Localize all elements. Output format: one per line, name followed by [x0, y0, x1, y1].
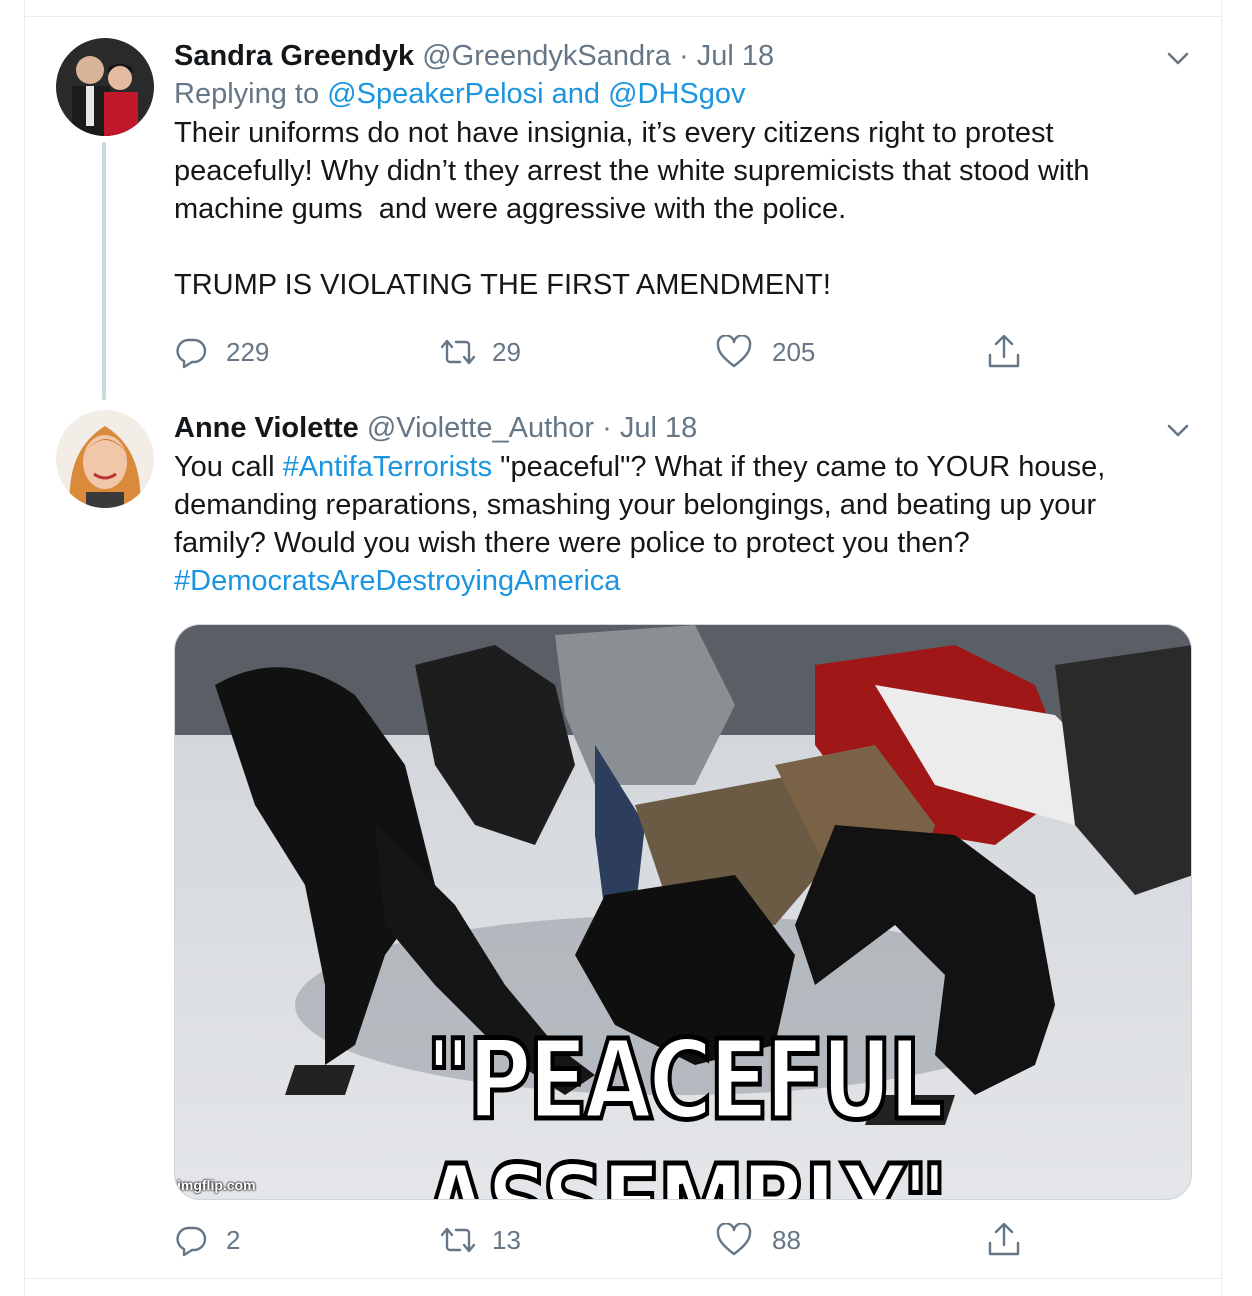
like-icon: [716, 335, 752, 368]
text-segment: You call: [174, 451, 283, 483]
tweet-text: TRUMP IS VIOLATING THE FIRST AMENDMENT!: [174, 269, 831, 301]
retweet-button[interactable]: 29: [438, 332, 521, 372]
like-count: 205: [772, 336, 816, 367]
display-name[interactable]: Sandra Greendyk: [174, 40, 414, 72]
reply-button[interactable]: 229: [174, 332, 269, 372]
hashtag-link[interactable]: #AntifaTerrorists: [283, 451, 493, 483]
reply-button[interactable]: 2: [174, 1220, 240, 1260]
tweet-date[interactable]: Jul 18: [697, 40, 774, 72]
mention-link[interactable]: @SpeakerPelosi: [327, 78, 543, 110]
tweet[interactable]: Sandra Greendyk @GreendykSandra · Jul 18…: [174, 38, 1194, 304]
retweet-icon: [440, 339, 476, 365]
tweet-header: Anne Violette @Violette_Author · Jul 18: [174, 410, 1194, 446]
avatar[interactable]: [56, 410, 154, 508]
share-icon: [988, 334, 1020, 368]
chevron-down-icon[interactable]: [1164, 416, 1192, 444]
retweet-count: 29: [492, 336, 521, 367]
replying-and[interactable]: and: [544, 78, 609, 110]
replying-to: Replying to @SpeakerPelosi and @DHSgov: [174, 74, 1194, 114]
like-button[interactable]: 88: [716, 1220, 801, 1260]
reply-icon: [176, 338, 207, 369]
share-button[interactable]: [986, 332, 1022, 372]
reply-count: 2: [226, 1224, 241, 1255]
tweet-actions: 2 13 88: [174, 1220, 1074, 1260]
tweet-text: Their uniforms do not have insignia, it’…: [174, 117, 1098, 225]
tweet-actions: 229 29 205: [174, 332, 1074, 372]
meme-caption: "PEACEFUL ASSEMBLY": [420, 1015, 950, 1199]
like-icon: [716, 1223, 752, 1256]
retweet-button[interactable]: 13: [438, 1220, 521, 1260]
user-handle[interactable]: @GreendykSandra: [422, 40, 671, 72]
chevron-down-icon[interactable]: [1164, 44, 1192, 72]
tweet[interactable]: Anne Violette @Violette_Author · Jul 18 …: [174, 410, 1194, 600]
user-handle[interactable]: @Violette_Author: [367, 412, 594, 444]
reply-icon: [176, 1226, 207, 1257]
replying-prefix: Replying to: [174, 78, 328, 110]
tweet-text: You call #AntifaTerrorists "peaceful"? W…: [174, 448, 1184, 600]
tweet-media-image[interactable]: "PEACEFUL ASSEMBLY" imgflip.com: [174, 624, 1192, 1200]
avatar[interactable]: [56, 38, 154, 136]
share-icon: [988, 1222, 1020, 1256]
share-button[interactable]: [986, 1220, 1022, 1260]
mention-link[interactable]: @DHSgov: [608, 78, 745, 110]
tweet-header: Sandra Greendyk @GreendykSandra · Jul 18: [174, 38, 1194, 74]
tweet-date[interactable]: Jul 18: [620, 412, 697, 444]
retweet-icon: [440, 1227, 476, 1253]
separator: ·: [602, 412, 612, 444]
divider: [24, 1278, 1222, 1279]
separator: ·: [678, 40, 689, 72]
thread-connector-line: [102, 142, 106, 400]
reply-count: 229: [226, 336, 270, 367]
like-button[interactable]: 205: [716, 332, 815, 372]
divider: [24, 16, 1222, 17]
image-watermark: imgflip.com: [177, 1177, 256, 1193]
display-name[interactable]: Anne Violette: [174, 412, 359, 444]
hashtag-link[interactable]: #DemocratsAreDestroyingAmerica: [174, 565, 620, 597]
retweet-count: 13: [492, 1224, 521, 1255]
like-count: 88: [772, 1224, 801, 1255]
